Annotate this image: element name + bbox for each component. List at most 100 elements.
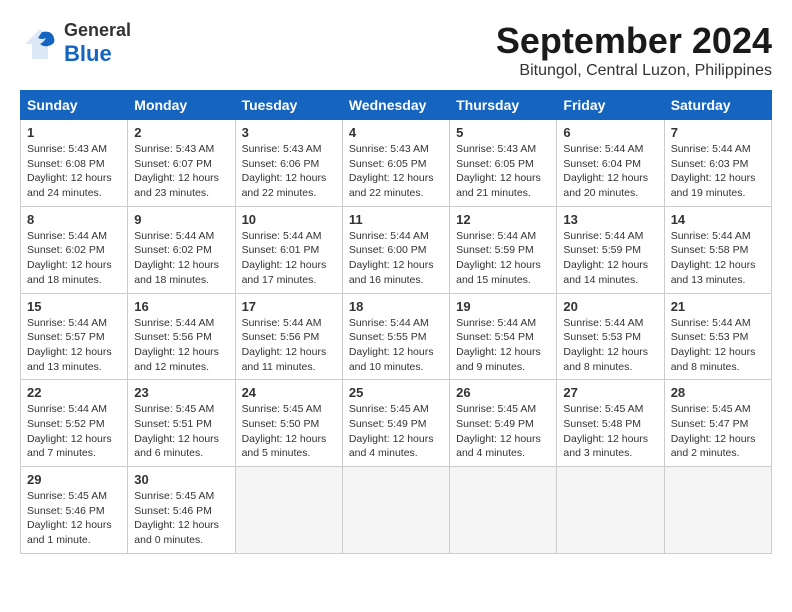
week-row-4: 22 Sunrise: 5:44 AM Sunset: 5:52 PM Dayli… xyxy=(21,380,772,467)
week-row-2: 8Sunrise: 5:44 AM Sunset: 6:02 PM Daylig… xyxy=(21,206,772,293)
day-number: 25 xyxy=(349,385,443,400)
calendar-cell: 28 Sunrise: 5:45 AM Sunset: 5:47 PM Dayli… xyxy=(664,380,771,467)
cell-text: Sunrise: 5:44 AM Sunset: 5:52 PM Dayligh… xyxy=(27,402,121,461)
calendar-cell: 3 Sunrise: 5:43 AM Sunset: 6:06 PM Daylig… xyxy=(235,120,342,207)
title-area: September 2024 Bitungol, Central Luzon, … xyxy=(496,20,772,80)
calendar-cell: 18 Sunrise: 5:44 AM Sunset: 5:55 PM Dayli… xyxy=(342,293,449,380)
cell-text: Sunrise: 5:44 AM Sunset: 5:56 PM Dayligh… xyxy=(134,316,228,375)
cell-text: Sunrise: 5:44 AM Sunset: 6:02 PM Dayligh… xyxy=(27,229,121,288)
logo-general-text: General xyxy=(64,20,131,41)
day-number: 12 xyxy=(456,212,550,227)
day-number: 11 xyxy=(349,212,443,227)
weekday-header-row: Sunday Monday Tuesday Wednesday Thursday… xyxy=(21,91,772,120)
week-row-3: 15 Sunrise: 5:44 AM Sunset: 5:57 PM Dayli… xyxy=(21,293,772,380)
day-number: 10 xyxy=(242,212,336,227)
calendar-cell xyxy=(342,467,449,554)
cell-text: Sunrise: 5:44 AM Sunset: 6:03 PM Dayligh… xyxy=(671,142,765,201)
day-number: 20 xyxy=(563,299,657,314)
calendar-cell: 5 Sunrise: 5:43 AM Sunset: 6:05 PM Daylig… xyxy=(450,120,557,207)
calendar-cell: 7 Sunrise: 5:44 AM Sunset: 6:03 PM Daylig… xyxy=(664,120,771,207)
calendar-cell: 24 Sunrise: 5:45 AM Sunset: 5:50 PM Dayli… xyxy=(235,380,342,467)
day-number: 14 xyxy=(671,212,765,227)
calendar-cell xyxy=(664,467,771,554)
calendar-cell: 16 Sunrise: 5:44 AM Sunset: 5:56 PM Dayli… xyxy=(128,293,235,380)
calendar-cell: 29Sunrise: 5:45 AM Sunset: 5:46 PM Dayli… xyxy=(21,467,128,554)
day-number: 30 xyxy=(134,472,228,487)
header-tuesday: Tuesday xyxy=(235,91,342,120)
day-number: 24 xyxy=(242,385,336,400)
day-number: 28 xyxy=(671,385,765,400)
calendar-cell: 23 Sunrise: 5:45 AM Sunset: 5:51 PM Dayli… xyxy=(128,380,235,467)
day-number: 29 xyxy=(27,472,121,487)
cell-text: Sunrise: 5:43 AM Sunset: 6:05 PM Dayligh… xyxy=(349,142,443,201)
cell-text: Sunrise: 5:45 AM Sunset: 5:48 PM Dayligh… xyxy=(563,402,657,461)
cell-text: Sunrise: 5:45 AM Sunset: 5:50 PM Dayligh… xyxy=(242,402,336,461)
cell-text: Sunrise: 5:44 AM Sunset: 5:57 PM Dayligh… xyxy=(27,316,121,375)
cell-text: Sunrise: 5:45 AM Sunset: 5:51 PM Dayligh… xyxy=(134,402,228,461)
cell-text: Sunrise: 5:44 AM Sunset: 5:55 PM Dayligh… xyxy=(349,316,443,375)
calendar-cell: 15 Sunrise: 5:44 AM Sunset: 5:57 PM Dayli… xyxy=(21,293,128,380)
day-number: 13 xyxy=(563,212,657,227)
day-number: 26 xyxy=(456,385,550,400)
day-number: 21 xyxy=(671,299,765,314)
calendar-cell: 21Sunrise: 5:44 AM Sunset: 5:53 PM Dayli… xyxy=(664,293,771,380)
day-number: 23 xyxy=(134,385,228,400)
cell-text: Sunrise: 5:43 AM Sunset: 6:07 PM Dayligh… xyxy=(134,142,228,201)
calendar-cell xyxy=(557,467,664,554)
header-sunday: Sunday xyxy=(21,91,128,120)
day-number: 15 xyxy=(27,299,121,314)
calendar-cell: 12Sunrise: 5:44 AM Sunset: 5:59 PM Dayli… xyxy=(450,206,557,293)
day-number: 6 xyxy=(563,125,657,140)
location: Bitungol, Central Luzon, Philippines xyxy=(496,62,772,80)
day-number: 19 xyxy=(456,299,550,314)
header-thursday: Thursday xyxy=(450,91,557,120)
cell-text: Sunrise: 5:44 AM Sunset: 5:58 PM Dayligh… xyxy=(671,229,765,288)
cell-text: Sunrise: 5:44 AM Sunset: 5:53 PM Dayligh… xyxy=(563,316,657,375)
calendar-cell: 10 Sunrise: 5:44 AM Sunset: 6:01 PM Dayli… xyxy=(235,206,342,293)
day-number: 18 xyxy=(349,299,443,314)
cell-text: Sunrise: 5:45 AM Sunset: 5:47 PM Dayligh… xyxy=(671,402,765,461)
calendar-cell: 20 Sunrise: 5:44 AM Sunset: 5:53 PM Dayli… xyxy=(557,293,664,380)
day-number: 9 xyxy=(134,212,228,227)
calendar-cell: 13 Sunrise: 5:44 AM Sunset: 5:59 PM Dayli… xyxy=(557,206,664,293)
calendar-cell: 11 Sunrise: 5:44 AM Sunset: 6:00 PM Dayli… xyxy=(342,206,449,293)
header-friday: Friday xyxy=(557,91,664,120)
calendar-cell: 6Sunrise: 5:44 AM Sunset: 6:04 PM Daylig… xyxy=(557,120,664,207)
calendar-cell: 14 Sunrise: 5:44 AM Sunset: 5:58 PM Dayli… xyxy=(664,206,771,293)
day-number: 22 xyxy=(27,385,121,400)
day-number: 2 xyxy=(134,125,228,140)
cell-text: Sunrise: 5:44 AM Sunset: 5:54 PM Dayligh… xyxy=(456,316,550,375)
calendar-cell: 9 Sunrise: 5:44 AM Sunset: 6:02 PM Daylig… xyxy=(128,206,235,293)
week-row-5: 29 Sunrise: 5:45 AM Sunset: 5:46 PM Dayli… xyxy=(21,467,772,554)
cell-text: Sunrise: 5:44 AM Sunset: 6:00 PM Dayligh… xyxy=(349,229,443,288)
day-number: 16 xyxy=(134,299,228,314)
day-number: 1 xyxy=(27,125,121,140)
calendar-cell: 30 Sunrise: 5:45 AM Sunset: 5:46 PM Dayli… xyxy=(128,467,235,554)
cell-text: Sunrise: 5:44 AM Sunset: 6:01 PM Dayligh… xyxy=(242,229,336,288)
day-number: 3 xyxy=(242,125,336,140)
header-monday: Monday xyxy=(128,91,235,120)
cell-text: Sunrise: 5:44 AM Sunset: 6:02 PM Dayligh… xyxy=(134,229,228,288)
day-number: 17 xyxy=(242,299,336,314)
cell-text: Sunrise: 5:45 AM Sunset: 5:46 PM Dayligh… xyxy=(134,489,228,548)
logo-blue-text: Blue xyxy=(64,41,131,67)
calendar-cell: 1 Sunrise: 5:43 AM Sunset: 6:08 PM Daylig… xyxy=(21,120,128,207)
cell-text: Sunrise: 5:43 AM Sunset: 6:06 PM Dayligh… xyxy=(242,142,336,201)
day-number: 7 xyxy=(671,125,765,140)
calendar-cell: 19 Sunrise: 5:44 AM Sunset: 5:54 PM Dayli… xyxy=(450,293,557,380)
day-number: 27 xyxy=(563,385,657,400)
day-number: 4 xyxy=(349,125,443,140)
cell-text: Sunrise: 5:43 AM Sunset: 6:05 PM Dayligh… xyxy=(456,142,550,201)
calendar-cell xyxy=(450,467,557,554)
cell-text: Sunrise: 5:44 AM Sunset: 5:59 PM Dayligh… xyxy=(563,229,657,288)
calendar-table: Sunday Monday Tuesday Wednesday Thursday… xyxy=(20,90,772,554)
logo: General Blue xyxy=(20,20,131,67)
calendar-cell: 8Sunrise: 5:44 AM Sunset: 6:02 PM Daylig… xyxy=(21,206,128,293)
cell-text: Sunrise: 5:43 AM Sunset: 6:08 PM Dayligh… xyxy=(27,142,121,201)
cell-text: Sunrise: 5:45 AM Sunset: 5:49 PM Dayligh… xyxy=(349,402,443,461)
cell-text: Sunrise: 5:44 AM Sunset: 5:56 PM Dayligh… xyxy=(242,316,336,375)
calendar-cell: 22 Sunrise: 5:44 AM Sunset: 5:52 PM Dayli… xyxy=(21,380,128,467)
day-number: 5 xyxy=(456,125,550,140)
header-saturday: Saturday xyxy=(664,91,771,120)
calendar-cell: 25 Sunrise: 5:45 AM Sunset: 5:49 PM Dayli… xyxy=(342,380,449,467)
